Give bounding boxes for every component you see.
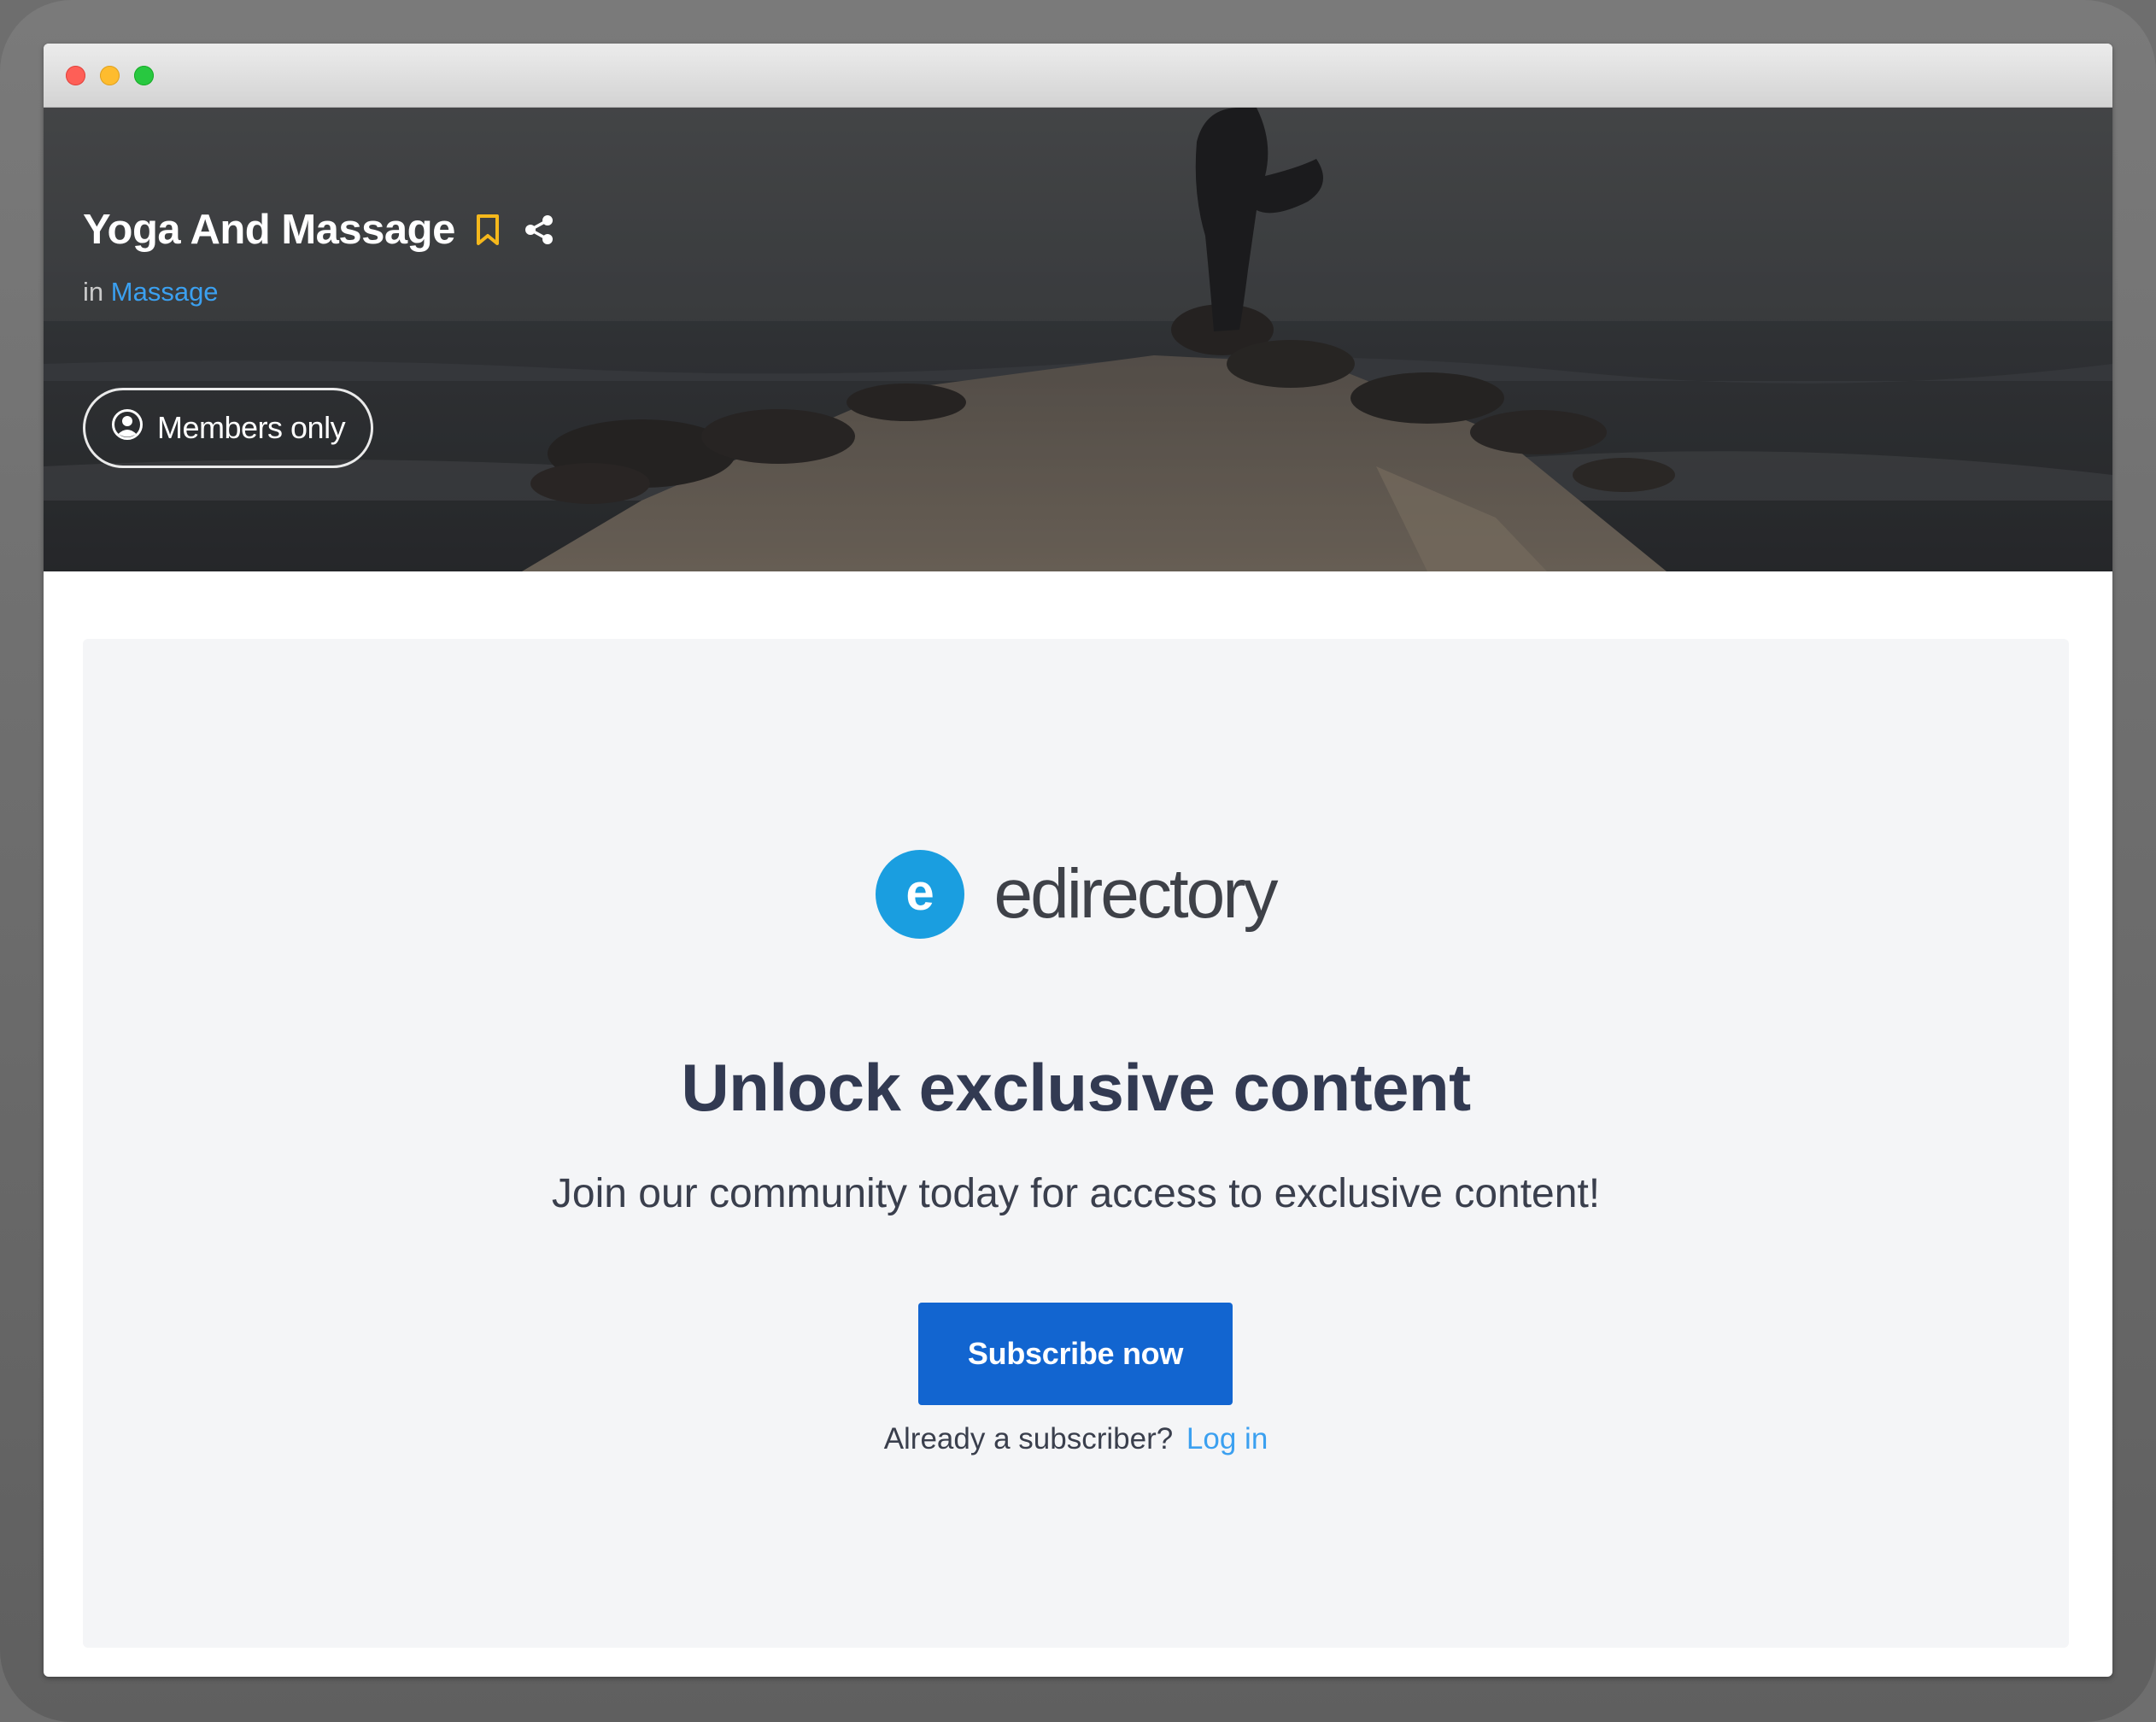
listing-hero: Yoga And Massage in Massage Members only	[44, 108, 2112, 571]
login-prompt-text: Already a subscriber?	[883, 1422, 1174, 1456]
listing-title-row: Yoga And Massage	[83, 200, 558, 260]
login-link[interactable]: Log in	[1186, 1422, 1268, 1456]
members-only-badge: Members only	[83, 388, 373, 468]
paywall-panel: e edirectory Unlock exclusive content Jo…	[83, 639, 2069, 1648]
login-prompt: Already a subscriber? Log in	[83, 1422, 2069, 1456]
maximize-window-button[interactable]	[134, 66, 154, 85]
category-link[interactable]: Massage	[111, 277, 219, 307]
members-only-label: Members only	[157, 410, 346, 445]
hero-overlay	[44, 108, 2112, 571]
edirectory-wordmark: edirectory	[993, 855, 1278, 933]
paywall-subtext: Join our community today for access to e…	[551, 1171, 1601, 1216]
subscribe-button[interactable]: Subscribe now	[918, 1303, 1233, 1405]
logo-mark-letter: e	[906, 864, 934, 921]
listing-title: Yoga And Massage	[83, 207, 455, 253]
category-prefix: in	[83, 277, 104, 307]
browser-window: Yoga And Massage in Massage Members only…	[44, 44, 2112, 1677]
close-window-button[interactable]	[66, 66, 85, 85]
window-titlebar	[44, 44, 2112, 108]
share-icon[interactable]	[520, 211, 558, 249]
edirectory-logo-mark: e	[876, 850, 965, 939]
minimize-window-button[interactable]	[100, 66, 120, 85]
edirectory-logo: e edirectory	[83, 850, 2069, 939]
bookmark-icon[interactable]	[469, 211, 507, 249]
paywall-headline: Unlock exclusive content	[681, 1050, 1471, 1125]
user-circle-icon	[111, 408, 144, 448]
listing-category: in Massage	[83, 277, 219, 308]
